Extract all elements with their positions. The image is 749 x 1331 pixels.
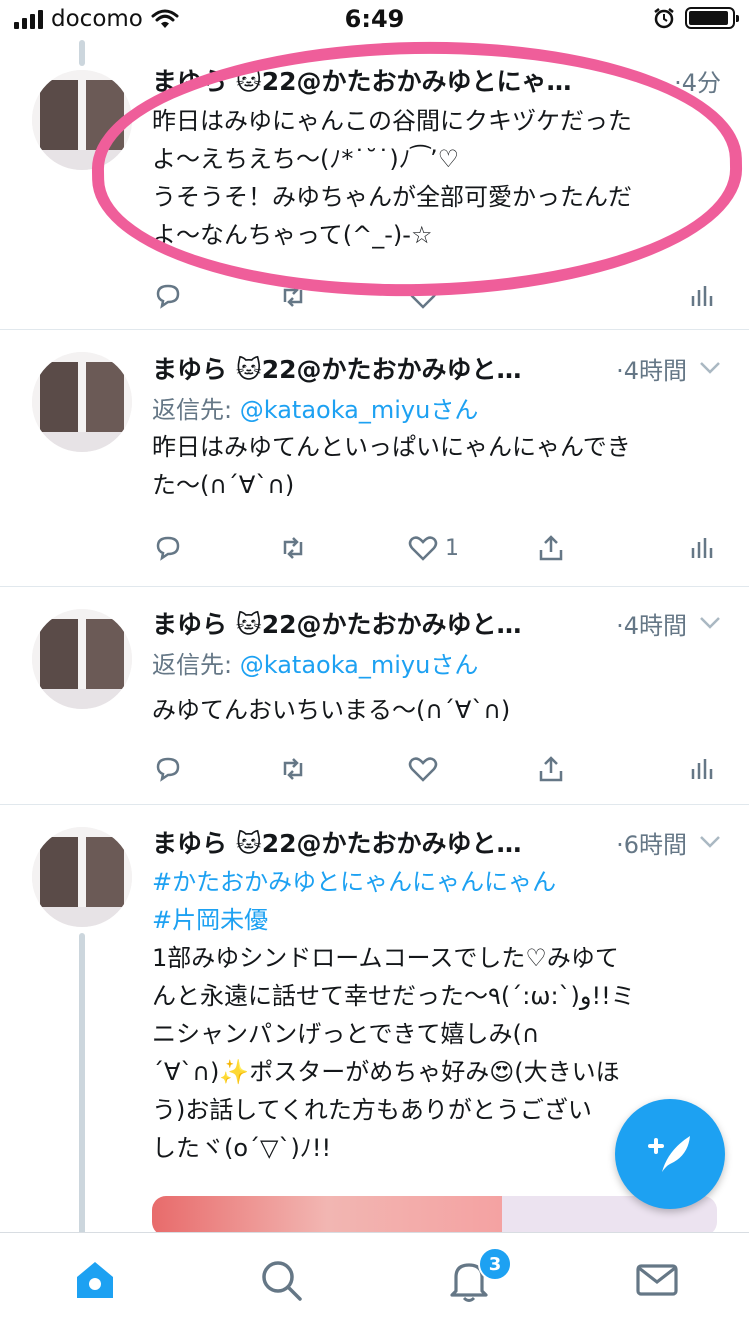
tweet-text-line: ´∀`∩)✨ポスターがめちゃ好み😍(大きいほ [152, 1058, 620, 1086]
reply-icon [156, 757, 180, 782]
analytics-button[interactable] [685, 749, 717, 789]
timeline[interactable]: まゆら 🐱22@かたおかみゆとにゃ… ·4分 昨日はみゆにゃんこの谷間にクキヅケ… [0, 40, 749, 1232]
tweet-text-line: うそうそ！みゆちゃんが全部可愛かったんだ [152, 183, 632, 211]
tweet-header: まゆら 🐱22@かたおかみゆと… ·4時間 [152, 605, 721, 641]
tweet-text-line: ニシャンパンげっとできて嬉しみ(∩ [152, 1020, 540, 1048]
heart-icon [408, 284, 438, 309]
tweet-actions: 1 [152, 528, 717, 568]
analytics-icon [691, 759, 713, 779]
heart-icon [408, 536, 438, 561]
tweet-time[interactable]: ·6時間 [610, 825, 687, 860]
clock: 6:49 [344, 5, 405, 33]
analytics-button[interactable] [685, 528, 717, 568]
compose-feather-icon [648, 1136, 690, 1172]
tweet-text-line: た〜(∩´∀`∩) [152, 471, 295, 499]
chevron-down-icon[interactable] [699, 835, 721, 849]
tweet-time[interactable]: ·4時間 [610, 351, 687, 386]
compose-button[interactable] [615, 1099, 725, 1209]
avatar[interactable] [32, 352, 132, 452]
like-count: 1 [445, 535, 459, 561]
tab-search[interactable] [256, 1255, 306, 1305]
thread-line [79, 933, 85, 1232]
status-right [653, 7, 739, 29]
tweet-header: まゆら 🐱22@かたおかみゆとにゃ… ·4分 [152, 62, 721, 98]
tweet-actions [152, 749, 717, 789]
reply-mention-link[interactable]: @kataoka_miyuさん [240, 651, 479, 679]
hashtag-link[interactable]: #片岡未優 [152, 901, 713, 939]
tweet-text: 昨日はみゆにゃんこの谷間にクキヅケだった よ〜えちえち〜(ﾉ*˙˘˙)ﾉ⁀’♡ … [152, 102, 713, 254]
share-button[interactable] [535, 749, 567, 789]
tweet-header: まゆら 🐱22@かたおかみゆと… ·6時間 [152, 824, 721, 860]
tweet-header: まゆら 🐱22@かたおかみゆと… ·4時間 [152, 350, 721, 386]
retweet-button[interactable] [277, 276, 309, 316]
tweet-time[interactable]: ·4分 [668, 63, 721, 98]
media-image[interactable] [152, 1196, 502, 1236]
battery-icon [685, 7, 739, 29]
like-button[interactable] [407, 276, 439, 316]
tweet[interactable]: まゆら 🐱22@かたおかみゆと… ·4時間 返信先: @kataoka_miyu… [0, 330, 749, 587]
share-button[interactable] [535, 528, 567, 568]
tweet-text-line: 昨日はみゆてんといっぱいにゃんにゃんでき [152, 433, 631, 461]
reply-button[interactable] [152, 528, 184, 568]
alarm-icon [654, 8, 674, 29]
status-bar: docomo 6:49 [0, 0, 749, 40]
reply-prefix: 返信先: [152, 396, 240, 424]
retweet-icon [283, 537, 303, 559]
notification-badge: 3 [478, 1247, 512, 1281]
reply-context: 返信先: @kataoka_miyuさん [152, 390, 478, 425]
tweet-text-line: よ〜えちえち〜(ﾉ*˙˘˙)ﾉ⁀’♡ [152, 145, 460, 173]
retweet-icon [283, 758, 303, 780]
analytics-button[interactable] [685, 276, 717, 316]
tweet-text-line: みゆてんおいちいまる〜(∩´∀`∩) [152, 696, 511, 724]
reply-icon [156, 284, 180, 309]
display-name[interactable]: まゆら 🐱22@かたおかみゆとにゃ… [152, 62, 572, 98]
share-icon [539, 756, 563, 782]
chevron-down-icon[interactable] [699, 361, 721, 375]
tab-messages[interactable] [632, 1255, 682, 1305]
search-icon [262, 1261, 302, 1301]
tweet-text-line: 昨日はみゆにゃんこの谷間にクキヅケだった [152, 107, 632, 135]
hashtag-link[interactable]: #かたおかみゆとにゃんにゃんにゃん [152, 863, 713, 901]
tweet[interactable]: まゆら 🐱22@かたおかみゆとにゃ… ·4分 昨日はみゆにゃんこの谷間にクキヅケ… [0, 40, 749, 330]
display-name[interactable]: まゆら 🐱22@かたおかみゆと… [152, 605, 522, 641]
retweet-button[interactable] [277, 749, 309, 789]
mail-icon [636, 1264, 678, 1296]
tab-bar: 3 [0, 1232, 749, 1331]
tweet-actions [152, 276, 717, 316]
chevron-down-icon[interactable] [699, 616, 721, 630]
reply-button[interactable] [152, 276, 184, 316]
reply-prefix: 返信先: [152, 651, 240, 679]
reply-button[interactable] [152, 749, 184, 789]
home-icon [77, 1262, 113, 1298]
avatar[interactable] [32, 609, 132, 709]
display-name[interactable]: まゆら 🐱22@かたおかみゆと… [152, 824, 522, 860]
tweet[interactable]: まゆら 🐱22@かたおかみゆと… ·4時間 返信先: @kataoka_miyu… [0, 587, 749, 805]
like-button[interactable]: 1 [407, 528, 459, 568]
share-icon [539, 535, 563, 561]
reply-icon [156, 536, 180, 561]
reply-context: 返信先: @kataoka_miyuさん [152, 645, 478, 680]
heart-icon [408, 757, 438, 782]
display-name[interactable]: まゆら 🐱22@かたおかみゆと… [152, 350, 522, 386]
avatar[interactable] [32, 827, 132, 927]
reply-mention-link[interactable]: @kataoka_miyuさん [240, 396, 479, 424]
thread-line [79, 40, 85, 66]
retweet-icon [283, 285, 303, 307]
tweet-media-preview[interactable] [152, 1196, 717, 1236]
tab-home[interactable] [70, 1255, 120, 1305]
avatar[interactable] [32, 70, 132, 170]
analytics-icon [691, 538, 713, 558]
tweet-text-line: よ〜なんちゃって(^_-)-☆ [152, 221, 433, 249]
analytics-icon [691, 286, 713, 306]
tweet-text-line: んと永遠に話せて幸せだった〜٩(´:ω:`)و!!ミ [152, 982, 635, 1010]
tweet-text: みゆてんおいちいまる〜(∩´∀`∩) [152, 691, 713, 729]
tweet-text: 昨日はみゆてんといっぱいにゃんにゃんでき た〜(∩´∀`∩) [152, 428, 713, 504]
tweet-text-line: 1部みゆシンドロームコースでした♡みゆて [152, 944, 619, 972]
retweet-button[interactable] [277, 528, 309, 568]
tweet-time[interactable]: ·4時間 [610, 606, 687, 641]
like-button[interactable] [407, 749, 439, 789]
